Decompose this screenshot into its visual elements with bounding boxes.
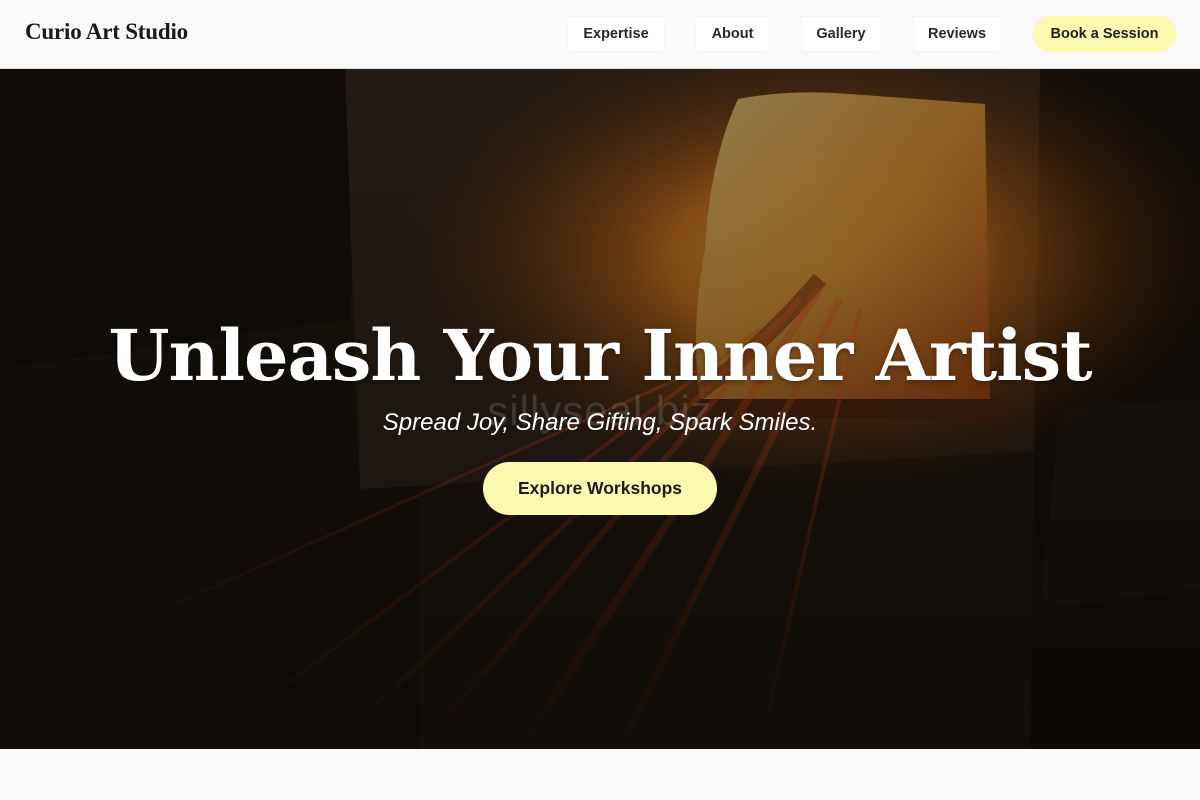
brand-logo[interactable]: Curio Art Studio (25, 19, 188, 45)
site-header: Curio Art Studio Expertise About Gallery… (0, 0, 1200, 69)
nav-gallery-button[interactable]: Gallery (801, 17, 881, 51)
nav-expertise-button[interactable]: Expertise (568, 17, 664, 51)
hero-subtitle: Spread Joy, Share Gifting, Spark Smiles. (382, 409, 818, 436)
hero-title: Unleash Your Inner Artist (108, 314, 1093, 397)
nav-reviews-button[interactable]: Reviews (913, 17, 1001, 51)
book-session-button[interactable]: Book a Session (1033, 16, 1176, 52)
next-section (0, 749, 1200, 800)
explore-workshops-button[interactable]: Explore Workshops (483, 462, 717, 515)
nav-about-button[interactable]: About (696, 17, 769, 51)
hero-section: sillyseal.biz Unleash Your Inner Artist … (0, 69, 1200, 749)
